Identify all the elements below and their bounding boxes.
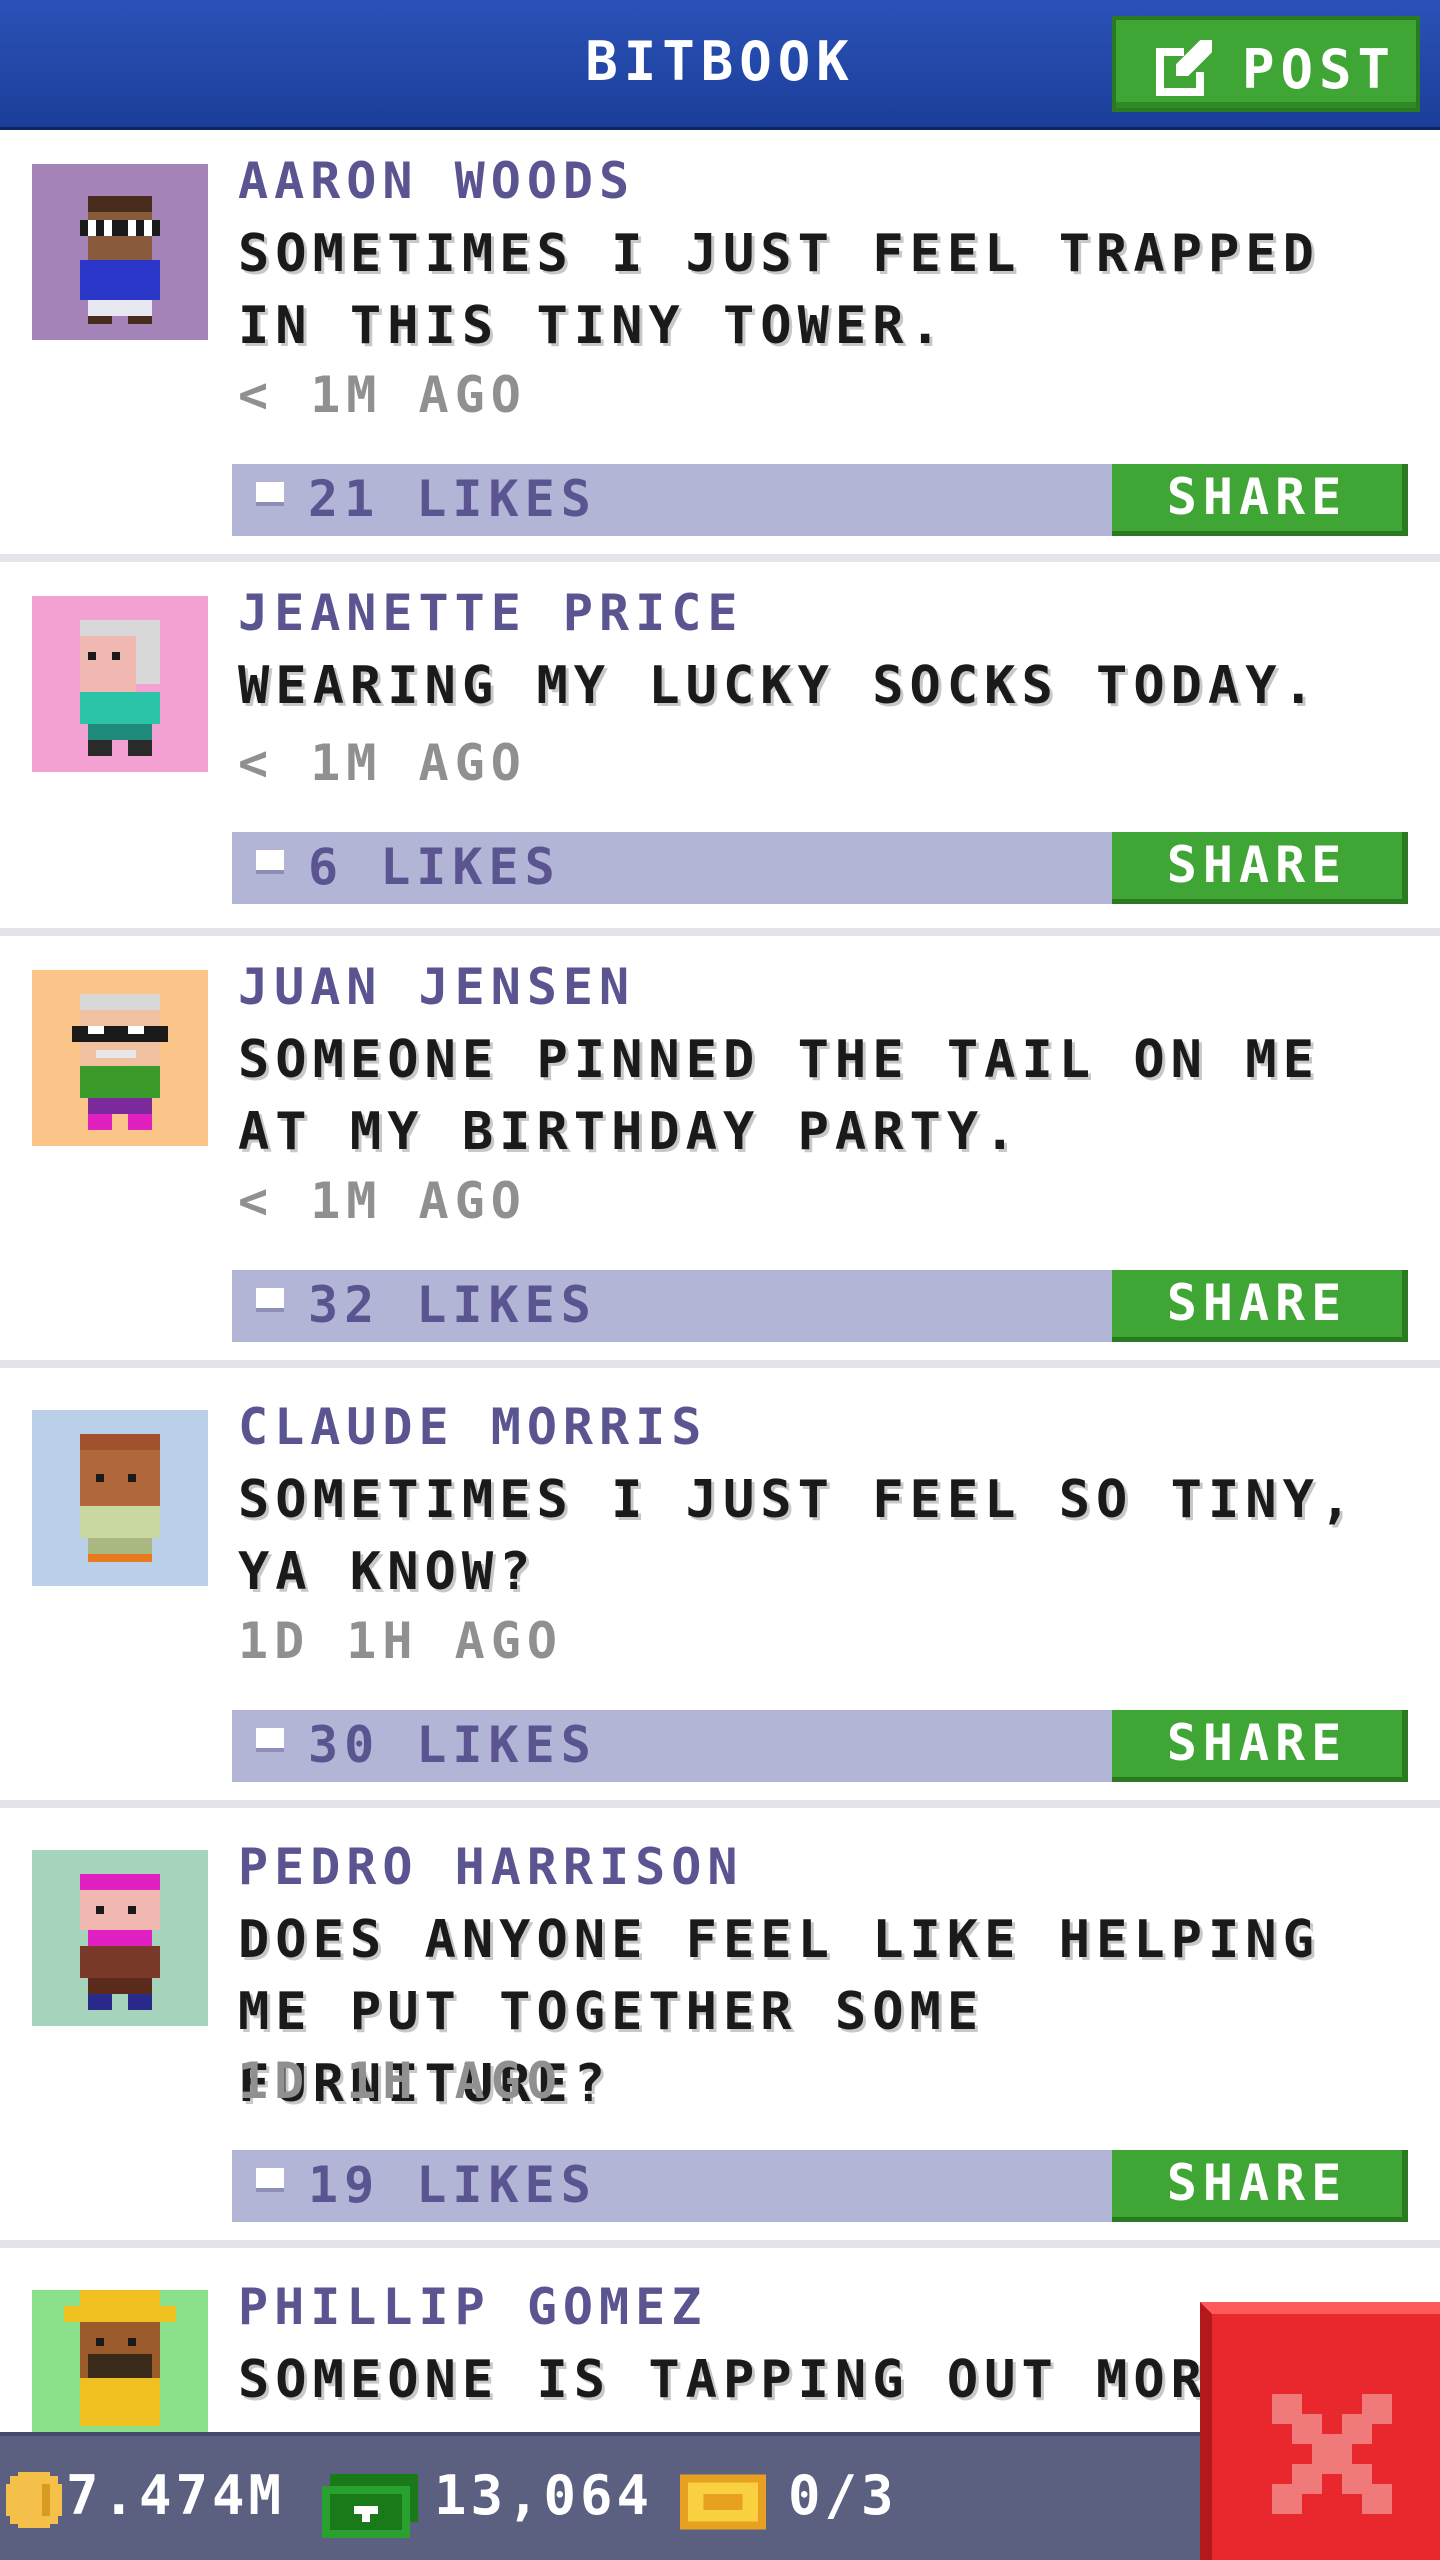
like-count: 19 LIKES <box>308 2156 597 2214</box>
post-time: < 1M AGO <box>238 734 527 792</box>
post-item: JEANETTE PRICE WEARING MY LUCKY SOCKS TO… <box>0 562 1440 936</box>
post-button[interactable]: POST <box>1112 16 1420 112</box>
post-message: SOMETIMES I JUST FEEL TRAPPED IN THIS TI… <box>238 224 1320 356</box>
header-bar: BITBOOK POST <box>0 0 1440 130</box>
avatar <box>32 596 208 772</box>
post-message: SOMEONE IS TAPPING OUT MORS <box>238 2350 1246 2410</box>
author-name[interactable]: PEDRO HARRISON <box>238 1838 743 1896</box>
avatar <box>32 970 208 1146</box>
post-button-label: POST <box>1242 38 1397 101</box>
like-count: 6 LIKES <box>308 838 561 896</box>
post-time: 1D 1H AGO <box>238 1612 563 1670</box>
avatar <box>32 164 208 340</box>
close-icon <box>1272 2394 1392 2514</box>
post-time: 1D 1H AGO <box>238 2052 563 2110</box>
thumbs-up-icon <box>256 1256 284 1312</box>
close-button[interactable] <box>1200 2302 1440 2560</box>
post-time: < 1M AGO <box>238 366 527 424</box>
divider <box>0 554 1440 562</box>
thumbs-up-icon <box>256 1696 284 1752</box>
share-button[interactable]: SHARE <box>1112 2150 1408 2222</box>
edit-icon <box>1156 40 1212 96</box>
post-item: CLAUDE MORRIS SOMETIMES I JUST FEEL SO T… <box>0 1376 1440 1808</box>
like-count: 32 LIKES <box>308 1276 597 1334</box>
avatar <box>32 1410 208 1586</box>
bux-icon <box>322 2474 418 2538</box>
author-name[interactable]: JUAN JENSEN <box>238 958 635 1016</box>
author-name[interactable]: JEANETTE PRICE <box>238 584 743 642</box>
thumbs-up-icon <box>256 2136 284 2192</box>
post-message: SOMETIMES I JUST FEEL SO TINY, YA KNOW? <box>238 1470 1358 1602</box>
post-time: < 1M AGO <box>238 1172 527 1230</box>
post-item: AARON WOODS SOMETIMES I JUST FEEL TRAPPE… <box>0 130 1440 562</box>
thumbs-up-icon <box>256 450 284 506</box>
author-name[interactable]: CLAUDE MORRIS <box>238 1398 707 1456</box>
like-count: 30 LIKES <box>308 1716 597 1774</box>
author-name[interactable]: AARON WOODS <box>238 152 635 210</box>
avatar <box>32 1850 208 2026</box>
share-button[interactable]: SHARE <box>1112 832 1408 904</box>
post-item: JUAN JENSEN SOMEONE PINNED THE TAIL ON M… <box>0 936 1440 1368</box>
share-button[interactable]: SHARE <box>1112 464 1408 536</box>
post-item: PEDRO HARRISON DOES ANYONE FEEL LIKE HEL… <box>0 1816 1440 2248</box>
divider <box>0 1800 1440 1808</box>
coin-icon <box>6 2472 62 2528</box>
tickets-value: 0/3 <box>788 2464 898 2527</box>
divider <box>0 928 1440 936</box>
thumbs-up-icon <box>256 818 284 874</box>
share-button[interactable]: SHARE <box>1112 1710 1408 1782</box>
like-count: 21 LIKES <box>308 470 597 528</box>
share-button[interactable]: SHARE <box>1112 1270 1408 1342</box>
post-message: SOMEONE PINNED THE TAIL ON ME AT MY BIRT… <box>238 1030 1320 1162</box>
bux-value: 13,064 <box>434 2464 654 2527</box>
post-message: WEARING MY LUCKY SOCKS TODAY. <box>238 656 1320 716</box>
ticket-icon <box>680 2474 766 2530</box>
divider <box>0 2240 1440 2248</box>
author-name[interactable]: PHILLIP GOMEZ <box>238 2278 707 2336</box>
coins-value: 7.474M <box>66 2464 286 2527</box>
divider <box>0 1360 1440 1368</box>
